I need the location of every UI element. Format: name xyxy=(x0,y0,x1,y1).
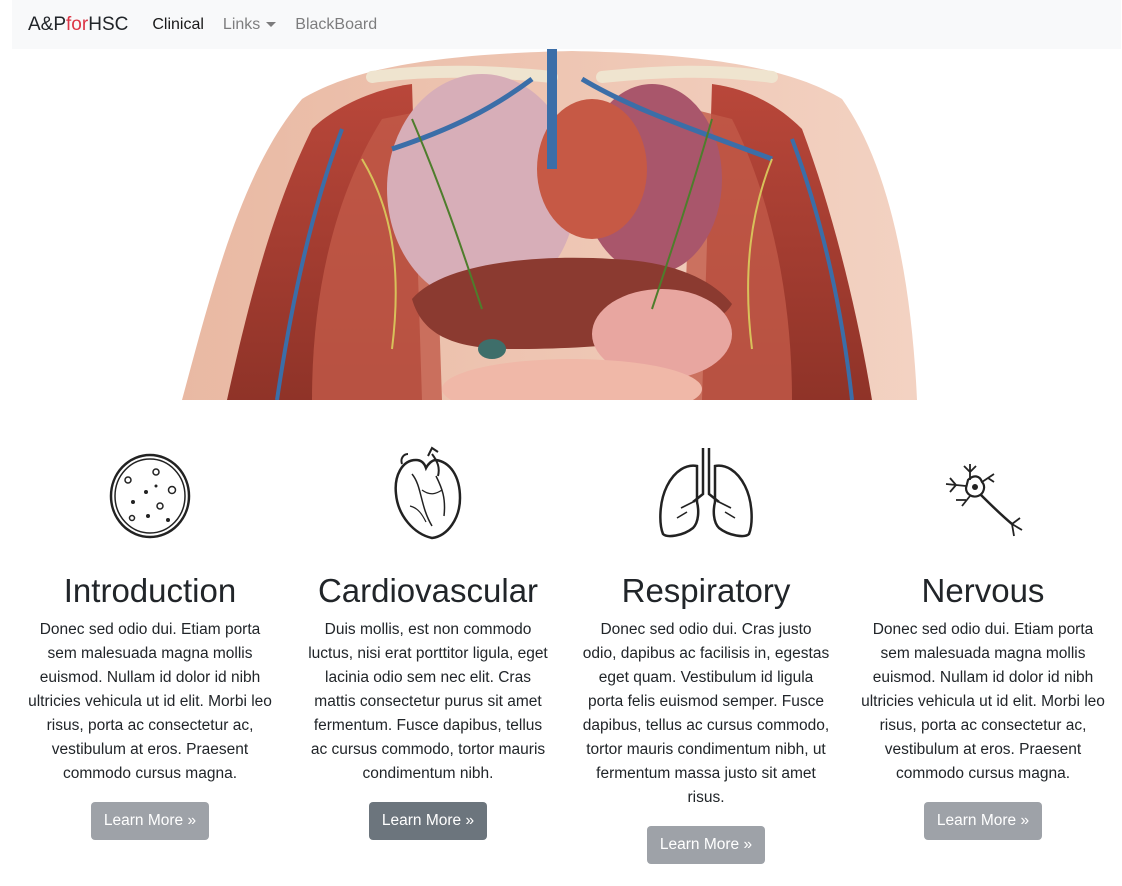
section-text: Donec sed odio dui. Cras justo odio, dap… xyxy=(582,621,830,806)
section-title: Respiratory xyxy=(621,572,791,609)
nav-link-links-dropdown[interactable]: Links xyxy=(222,15,277,34)
section-cardiovascular: Cardiovascular Duis mollis, est non comm… xyxy=(298,400,558,840)
nav-link-links-label: Links xyxy=(222,15,261,33)
section-text: Donec sed odio dui. Etiam porta sem male… xyxy=(861,621,1105,782)
icon-wrap xyxy=(853,400,1113,540)
nav-link-clinical[interactable]: Clinical xyxy=(152,16,204,34)
section-title: Nervous xyxy=(921,572,1045,609)
anatomy-illustration xyxy=(182,49,917,400)
learn-more-button[interactable]: Learn More » xyxy=(646,826,766,864)
heart-icon xyxy=(394,446,462,540)
icon-wrap xyxy=(20,400,280,540)
chevron-down-icon xyxy=(266,21,277,27)
neuron-icon xyxy=(945,464,1023,537)
nav-link-blackboard[interactable]: BlackBoard xyxy=(295,16,377,34)
icon-wrap xyxy=(298,400,558,540)
brand-accent: for xyxy=(66,13,89,35)
cell-icon xyxy=(109,453,191,539)
learn-more-button[interactable]: Learn More » xyxy=(923,802,1043,840)
section-text: Donec sed odio dui. Etiam porta sem male… xyxy=(28,621,272,782)
section-respiratory: Respiratory Donec sed odio dui. Cras jus… xyxy=(576,400,836,864)
learn-more-button[interactable]: Learn More » xyxy=(90,802,210,840)
section-nervous: Nervous Donec sed odio dui. Etiam porta … xyxy=(853,400,1113,840)
nav-links: Clinical Links BlackBoard xyxy=(152,16,396,34)
hero-anatomy-image xyxy=(12,49,1121,400)
section-text: Duis mollis, est non commodo luctus, nis… xyxy=(308,621,548,782)
icon-wrap xyxy=(576,400,836,540)
section-introduction: Introduction Donec sed odio dui. Etiam p… xyxy=(20,400,280,840)
brand-part2: HSC xyxy=(88,13,129,35)
section-title: Cardiovascular xyxy=(317,572,539,609)
section-title: Introduction xyxy=(63,572,237,609)
brand-part1: A&P xyxy=(28,13,67,35)
navbar: A&PforHSC Clinical Links BlackBoard xyxy=(12,0,1121,49)
lungs-icon xyxy=(659,448,753,538)
learn-more-button[interactable]: Learn More » xyxy=(368,802,488,840)
brand-logo[interactable]: A&PforHSC xyxy=(28,14,128,36)
